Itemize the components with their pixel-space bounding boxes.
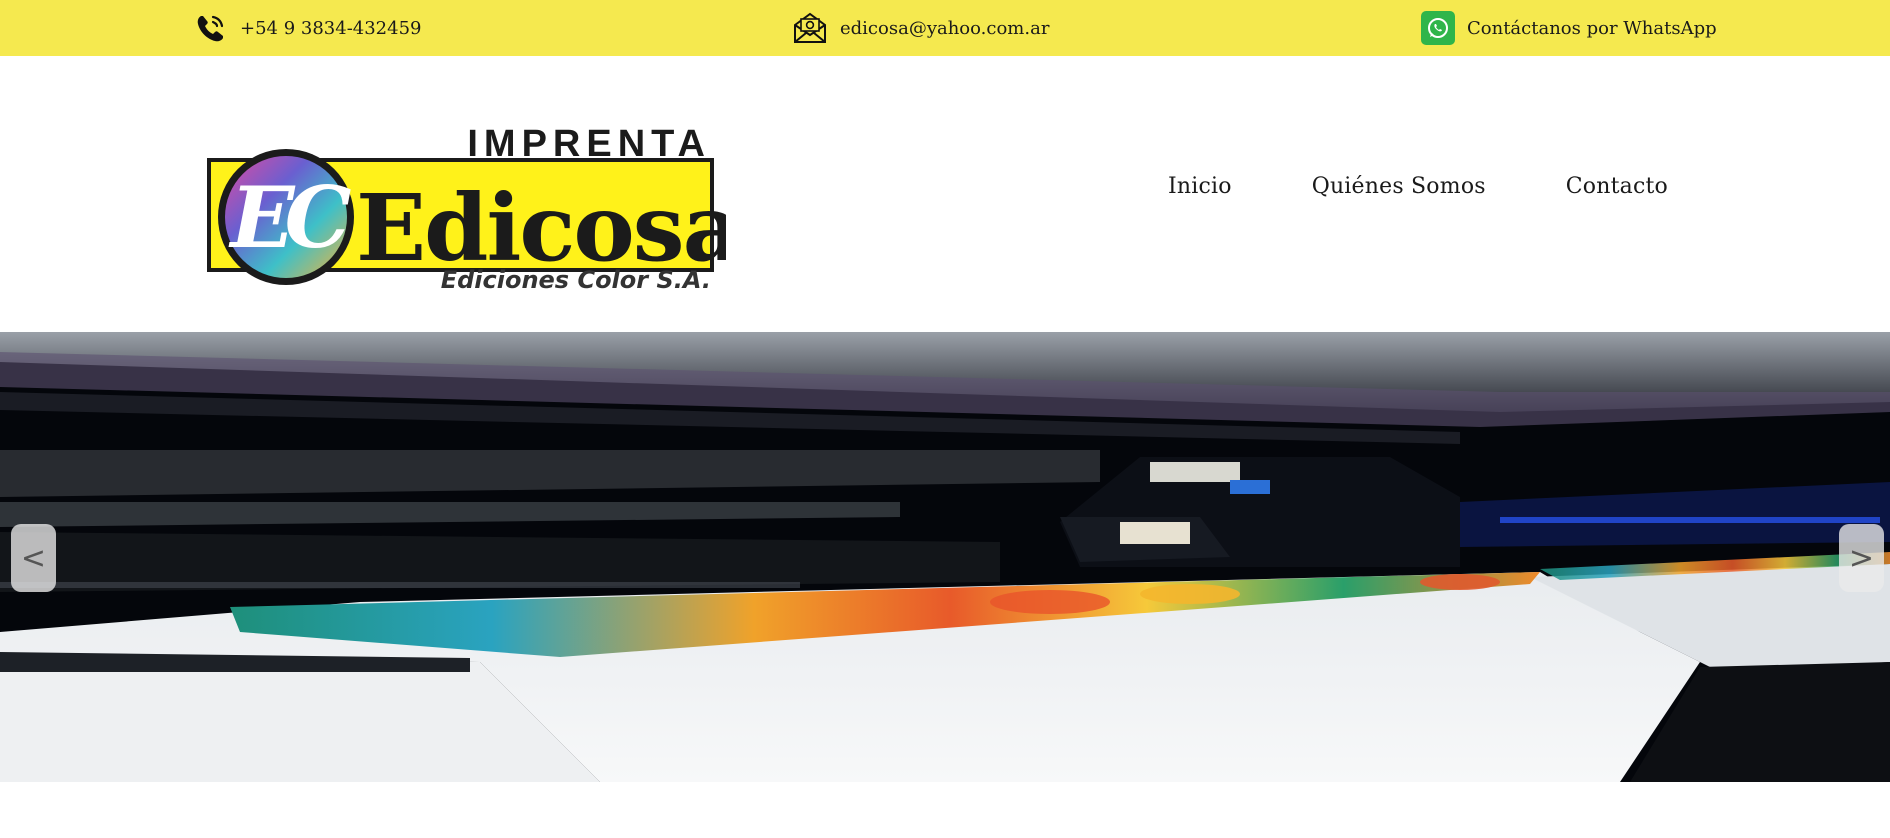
main-nav: Inicio Quiénes Somos Contacto (1168, 174, 1668, 199)
email-link[interactable]: edicosa@yahoo.com.ar (792, 0, 1049, 56)
logo-monogram: EC (229, 168, 352, 267)
phone-number: +54 9 3834-432459 (240, 17, 422, 39)
phone-link[interactable]: +54 9 3834-432459 (194, 0, 422, 56)
whatsapp-icon (1421, 11, 1455, 45)
whatsapp-link[interactable]: Contáctanos por WhatsApp (1421, 0, 1717, 56)
envelope-icon (792, 11, 828, 45)
email-address: edicosa@yahoo.com.ar (840, 17, 1050, 39)
printer-slide-image (0, 332, 1890, 782)
whatsapp-label: Contáctanos por WhatsApp (1467, 17, 1717, 39)
phone-icon (194, 11, 228, 45)
contact-topbar: +54 9 3834-432459 edicosa@yahoo.com.ar C… (0, 0, 1890, 56)
site-header: IMPRENTA Edicosa EC Ediciones Color S.A.… (0, 56, 1890, 332)
carousel-next-button[interactable]: > (1839, 524, 1884, 592)
brand-logo[interactable]: IMPRENTA Edicosa EC Ediciones Color S.A. (206, 102, 743, 294)
carousel-prev-button[interactable]: < (11, 524, 56, 592)
nav-item-quienes-somos[interactable]: Quiénes Somos (1312, 174, 1486, 199)
hero-carousel: < > (0, 332, 1890, 782)
nav-item-contacto[interactable]: Contacto (1566, 174, 1668, 199)
nav-item-inicio[interactable]: Inicio (1168, 174, 1232, 199)
logo-tagline: Ediciones Color S.A. (441, 266, 711, 292)
